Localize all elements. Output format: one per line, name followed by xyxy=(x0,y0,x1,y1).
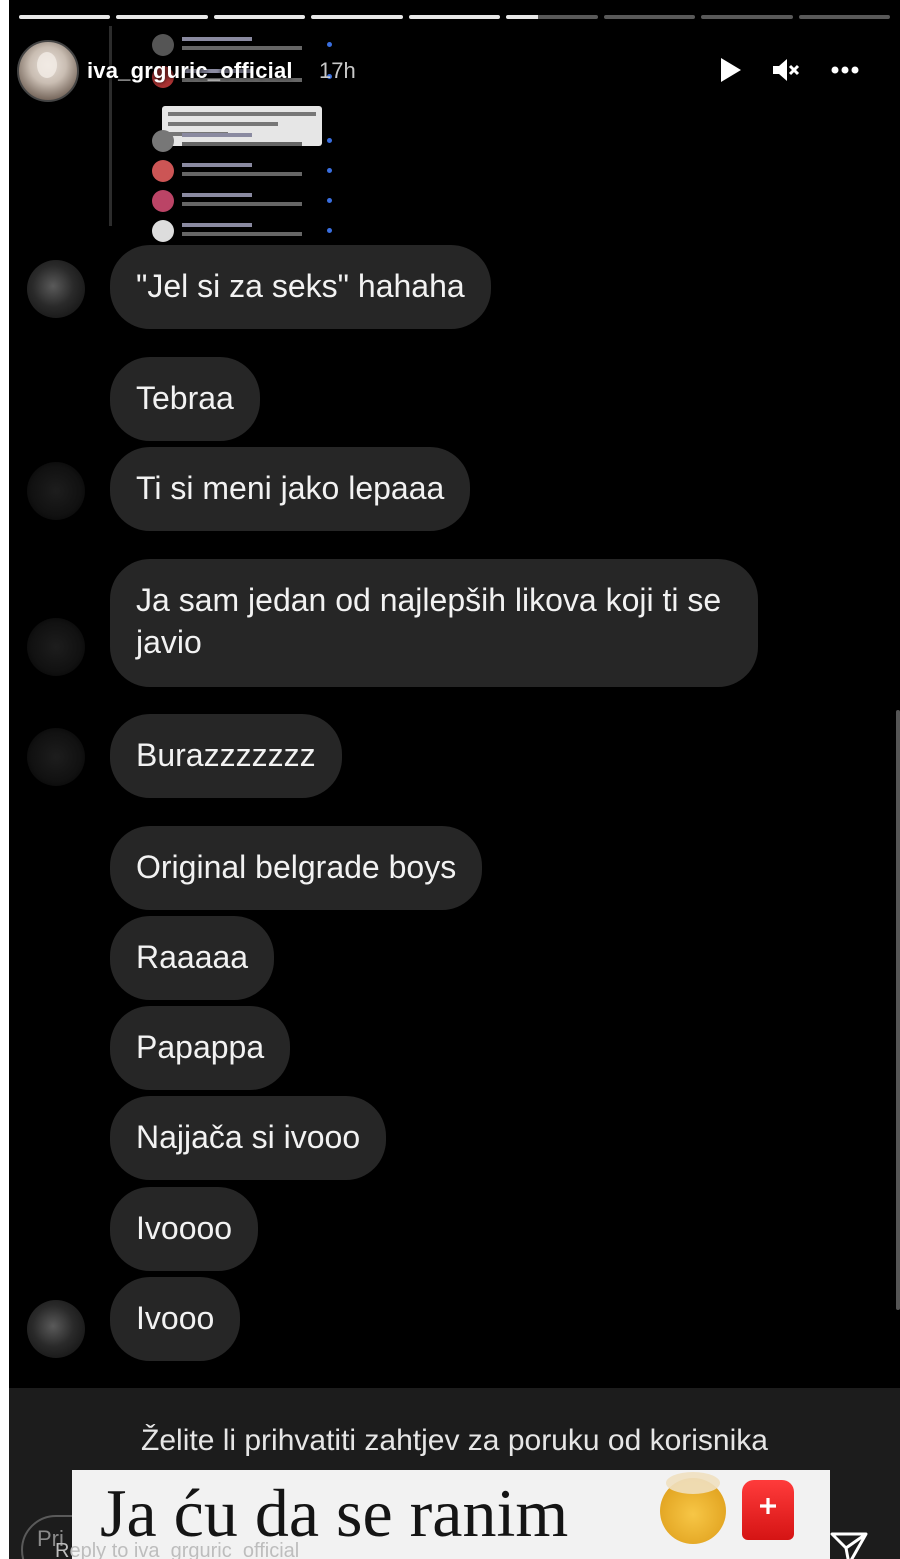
message-bubble: Tebraa xyxy=(110,357,260,441)
message-bubble: Raaaaa xyxy=(110,916,275,1000)
message-bubble: Ivooo xyxy=(110,1277,241,1361)
progress-segment xyxy=(213,15,306,19)
mute-icon[interactable] xyxy=(769,54,801,86)
progress-segment xyxy=(701,15,793,19)
sender-avatar xyxy=(27,1300,85,1358)
progress-segment xyxy=(116,15,208,19)
message-bubble: Ivoooo xyxy=(110,1187,259,1271)
play-icon[interactable] xyxy=(713,54,745,86)
message-bubble: Papappa xyxy=(110,1006,291,1090)
preview-row xyxy=(152,130,332,156)
message-request-text: Želite li prihvatiti zahtjev za poruku o… xyxy=(141,1424,768,1457)
story-viewer: iva_grguric_official 17h "Jel si za seks… xyxy=(9,0,900,1559)
exploding-head-emoji-icon xyxy=(660,1472,726,1544)
message-bubble: Burazzzzzzz xyxy=(110,714,342,798)
story-progress xyxy=(19,15,890,21)
preview-row xyxy=(152,34,332,60)
profile-avatar[interactable] xyxy=(17,40,79,102)
sender-avatar xyxy=(27,618,85,676)
message-bubble: Ja sam jedan od najlepših likova koji ti… xyxy=(110,559,758,687)
message-bubble: Ti si meni jako lepaaa xyxy=(110,447,471,531)
message-bubble: "Jel si za seks" hahaha xyxy=(110,245,491,329)
progress-segment xyxy=(408,15,501,19)
preview-row xyxy=(152,190,332,216)
progress-segment xyxy=(19,15,111,19)
embedded-screenshot xyxy=(109,26,337,242)
message-bubble: Najjača si ivooo xyxy=(110,1096,387,1180)
scrollbar[interactable] xyxy=(896,710,900,1310)
preview-row xyxy=(152,220,332,242)
progress-segment-current xyxy=(506,15,598,19)
sender-avatar xyxy=(27,728,85,786)
sender-avatar xyxy=(27,462,85,520)
sender-avatar xyxy=(27,260,85,318)
progress-segment xyxy=(311,15,403,19)
progress-segment xyxy=(798,15,890,19)
reply-placeholder: Reply to iva_grguric_official xyxy=(55,1540,300,1559)
story-username[interactable]: iva_grguric_official xyxy=(87,58,293,84)
siren-emoji-icon xyxy=(742,1480,794,1540)
preview-row xyxy=(152,160,332,186)
progress-segment xyxy=(603,15,696,19)
story-timestamp: 17h xyxy=(319,58,356,83)
message-bubble: Original belgrade boys xyxy=(110,826,483,910)
send-icon[interactable] xyxy=(829,1530,869,1559)
more-icon[interactable] xyxy=(829,54,861,86)
